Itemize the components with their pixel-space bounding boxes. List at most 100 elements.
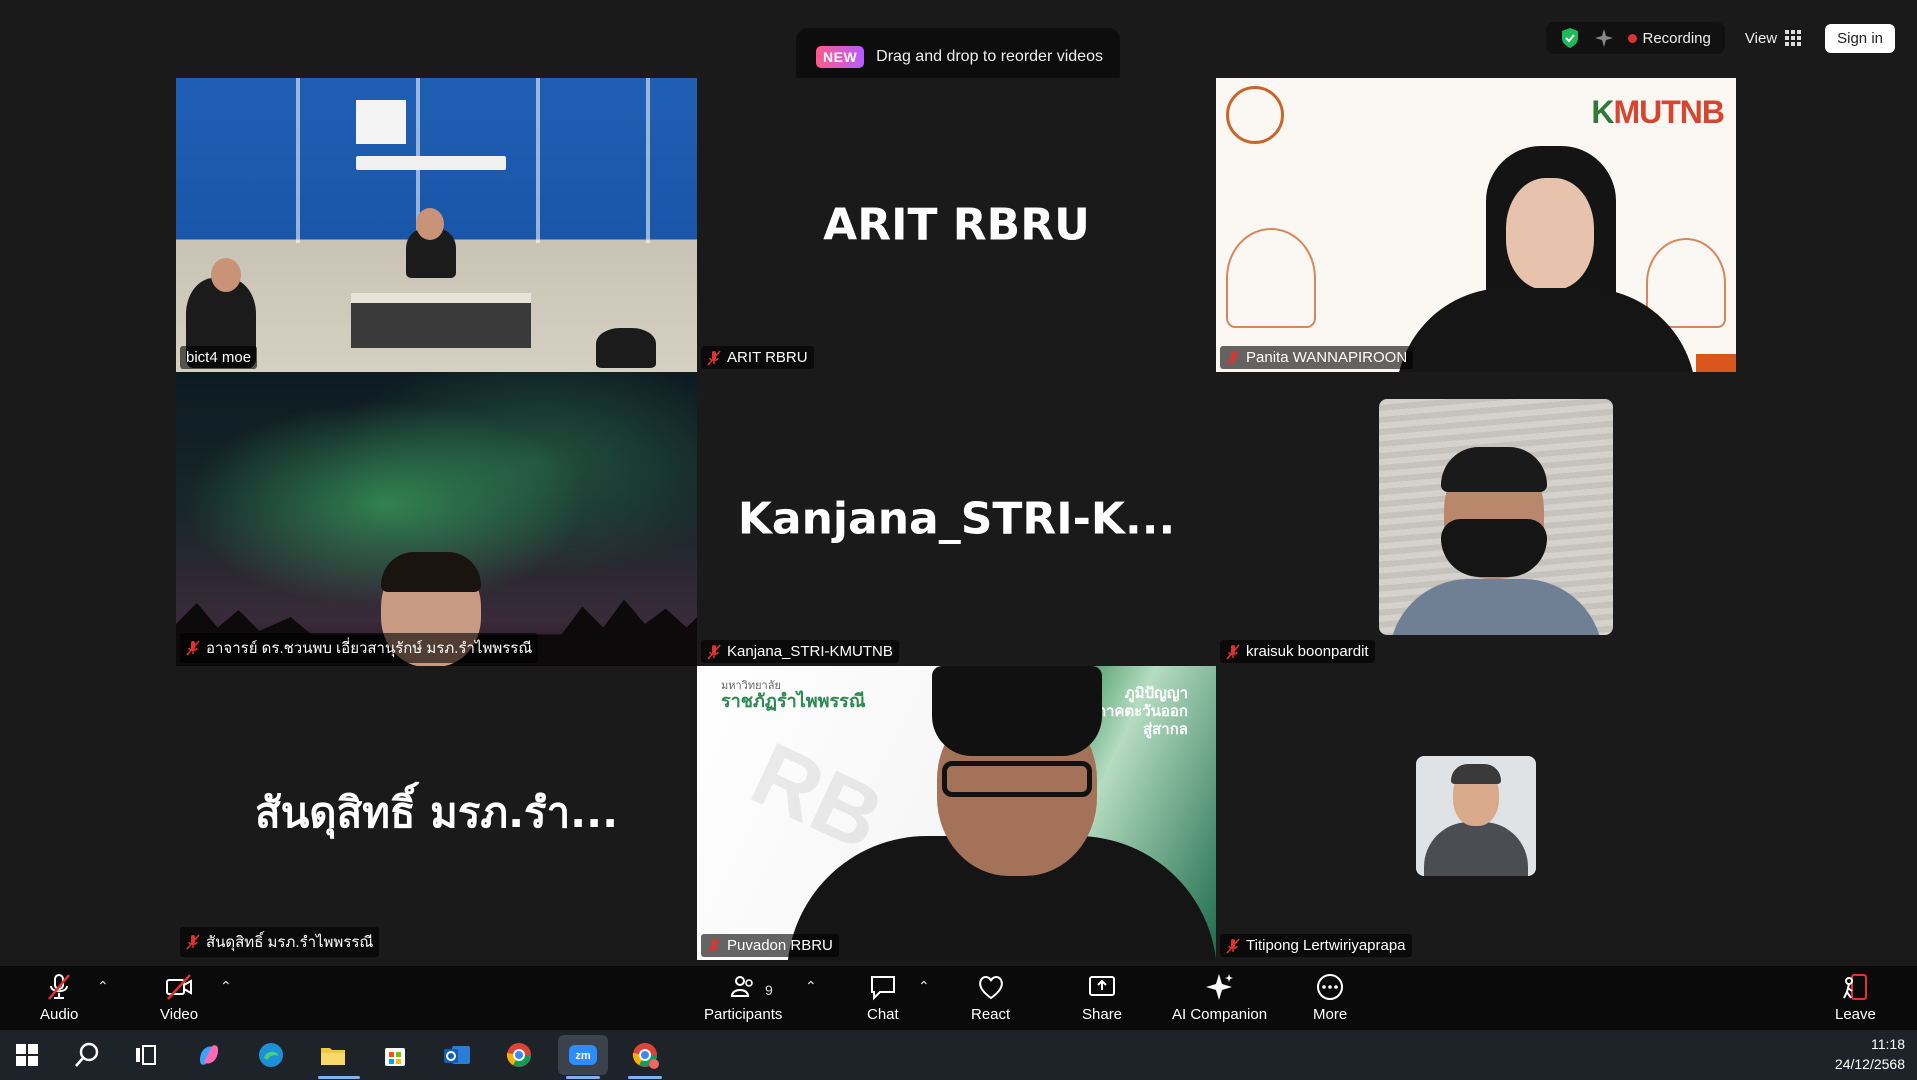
participant-name-tag: ARIT RBRU — [701, 346, 814, 369]
participant-name-tag: Panita WANNAPIROON — [1220, 346, 1414, 369]
kraisuk-video — [1379, 399, 1613, 635]
shield-icon[interactable] — [1560, 27, 1580, 49]
muted-mic-icon — [1226, 937, 1240, 954]
muted-mic-icon — [707, 349, 721, 366]
participant-name-tag: สันดุสิทธิ์ มรภ.รำไพพรรณี — [180, 927, 380, 957]
video-tile-panita[interactable]: KMUTNB Panita WANNAPIROON — [1216, 78, 1736, 372]
react-label: React — [971, 1006, 1011, 1023]
clock-time: 11:18 — [1871, 1036, 1905, 1052]
kmutnb-background: KMUTNB — [1216, 78, 1736, 372]
heart-icon — [978, 976, 1003, 1000]
participant-name: Titipong Lertwiriyaprapa — [1246, 937, 1406, 954]
participant-name: อาจารย์ ดร.ชวนพบ เอี่ยวสานุรักษ์ มรภ.รำไ… — [206, 640, 533, 657]
chat-options-caret-icon[interactable]: ⌃ — [918, 978, 930, 995]
file-explorer-icon[interactable] — [318, 1040, 348, 1070]
leave-label: Leave — [1835, 1006, 1876, 1023]
muted-mic-icon — [186, 934, 200, 950]
rbru-slogan: ภูมิปัญญา ภาคตะวันออก สู่สากล — [1096, 684, 1188, 738]
chrome-profile-icon[interactable] — [630, 1040, 660, 1070]
video-tile-arit-rbru[interactable]: ARIT RBRU ARIT RBRU — [697, 78, 1216, 372]
svg-text:zm: zm — [575, 1050, 591, 1062]
participant-name: Panita WANNAPIROON — [1246, 349, 1408, 366]
rbru-logo-text: มหาวิทยาลัย ราชภัฏรำไพพรรณี — [721, 679, 866, 713]
microsoft-store-icon[interactable] — [380, 1040, 410, 1070]
profile-photo — [1416, 756, 1536, 876]
recording-dot-icon — [1627, 33, 1637, 43]
edge-browser-icon[interactable] — [256, 1040, 286, 1070]
new-badge: NEW — [816, 46, 865, 68]
participant-name-tag: Titipong Lertwiriyaprapa — [1220, 934, 1412, 957]
chat-bubble-icon — [870, 976, 895, 1001]
video-tile-kanjana[interactable]: Kanjana_STRI-K... Kanjana_STRI-KMUTNB — [697, 372, 1216, 666]
audio-label: Audio — [40, 1006, 79, 1023]
react-button[interactable]: React — [971, 972, 1010, 1023]
video-button[interactable]: Video — [160, 972, 198, 1023]
chrome-icon[interactable] — [504, 1040, 534, 1070]
video-tile-puvadon[interactable]: RB มหาวิทยาลัย ราชภัฏรำไพพรรณี ภูมิปัญญา… — [697, 666, 1216, 960]
outlook-icon[interactable] — [442, 1040, 472, 1070]
participant-name: ARIT RBRU — [727, 349, 808, 366]
ai-companion-label: AI Companion — [1172, 1006, 1268, 1023]
participant-name: bict4 moe — [186, 349, 252, 366]
participant-name-tag: Puvadon RBRU — [701, 934, 839, 957]
video-tile-kraisuk[interactable]: kraisuk boonpardit — [1216, 372, 1736, 666]
recording-indicator[interactable]: Recording — [1627, 29, 1711, 47]
muted-mic-icon — [186, 640, 200, 656]
share-button[interactable]: Share — [1082, 972, 1122, 1023]
zoom-app-icon[interactable]: zm — [568, 1040, 598, 1070]
muted-mic-icon — [707, 937, 721, 954]
task-view-icon[interactable] — [132, 1040, 162, 1070]
video-tile-bict4-moe[interactable]: bict4 moe — [176, 78, 697, 372]
participants-icon — [731, 976, 753, 997]
chat-label: Chat — [867, 1006, 899, 1023]
clock-date: 24/12/2568 — [1834, 1056, 1905, 1072]
view-button[interactable]: View — [1745, 30, 1802, 47]
camera-off-icon — [166, 974, 193, 1000]
participants-count: 9 — [765, 982, 773, 998]
kmutnb-logo: KMUTNB — [1591, 94, 1725, 130]
system-clock[interactable]: 11:18 24/12/2568 — [1835, 1034, 1905, 1074]
participant-name: kraisuk boonpardit — [1246, 643, 1369, 660]
participants-options-caret-icon[interactable]: ⌃ — [805, 978, 817, 995]
participants-label: Participants — [704, 1006, 783, 1023]
meeting-status-bar: Recording View Sign in — [1545, 22, 1895, 54]
muted-mic-icon — [1226, 349, 1240, 366]
video-options-caret-icon[interactable]: ⌃ — [220, 978, 232, 995]
windows-taskbar: zm 11:18 24/12/2568 — [0, 1030, 1917, 1080]
search-icon[interactable] — [72, 1040, 102, 1070]
share-screen-icon — [1089, 976, 1116, 996]
aurora-background — [176, 372, 697, 666]
video-tile-chuanpob[interactable]: อาจารย์ ดร.ชวนพบ เอี่ยวสานุรักษ์ มรภ.รำไ… — [176, 372, 697, 666]
ai-sparkle-icon[interactable] — [1594, 28, 1614, 48]
rbru-background: RB มหาวิทยาลัย ราชภัฏรำไพพรรณี ภูมิปัญญา… — [697, 666, 1216, 960]
participant-display-name: Kanjana_STRI-K... — [737, 493, 1176, 545]
video-tile-titipong[interactable]: Titipong Lertwiriyaprapa — [1216, 666, 1736, 960]
gallery-grid-icon — [1785, 30, 1802, 46]
more-button[interactable]: More — [1313, 972, 1347, 1023]
recording-label: Recording — [1642, 29, 1711, 47]
video-label: Video — [160, 1006, 199, 1023]
status-pill[interactable]: Recording — [1545, 22, 1725, 54]
meeting-room-video — [176, 78, 697, 372]
sign-in-button[interactable]: Sign in — [1825, 23, 1895, 53]
audio-button[interactable]: Audio — [40, 972, 78, 1023]
muted-mic-icon — [1226, 643, 1240, 660]
video-tile-sandusit[interactable]: สันดุสิทธิ์ มรภ.รำ... สันดุสิทธิ์ มรภ.รำ… — [176, 666, 697, 960]
leave-button[interactable]: Leave — [1835, 972, 1876, 1023]
participant-name-tag: Kanjana_STRI-KMUTNB — [701, 640, 899, 663]
leave-door-icon — [1843, 974, 1868, 1000]
more-dots-icon — [1317, 974, 1344, 1000]
windows-start-icon[interactable] — [12, 1040, 42, 1070]
participant-name-tag: bict4 moe — [180, 346, 258, 369]
share-label: Share — [1082, 1006, 1123, 1023]
participant-name-tag: อาจารย์ ดร.ชวนพบ เอี่ยวสานุรักษ์ มรภ.รำไ… — [180, 633, 539, 663]
reorder-hint-text: Drag and drop to reorder videos — [876, 48, 1103, 65]
muted-mic-icon — [707, 643, 721, 660]
ai-companion-button[interactable]: AI Companion — [1172, 972, 1267, 1023]
mic-muted-icon — [48, 974, 71, 1000]
audio-options-caret-icon[interactable]: ⌃ — [97, 978, 109, 995]
chat-button[interactable]: Chat — [867, 972, 899, 1023]
participant-display-name: ARIT RBRU — [823, 199, 1090, 251]
copilot-icon[interactable] — [194, 1040, 224, 1070]
participant-name: Puvadon RBRU — [727, 937, 833, 954]
